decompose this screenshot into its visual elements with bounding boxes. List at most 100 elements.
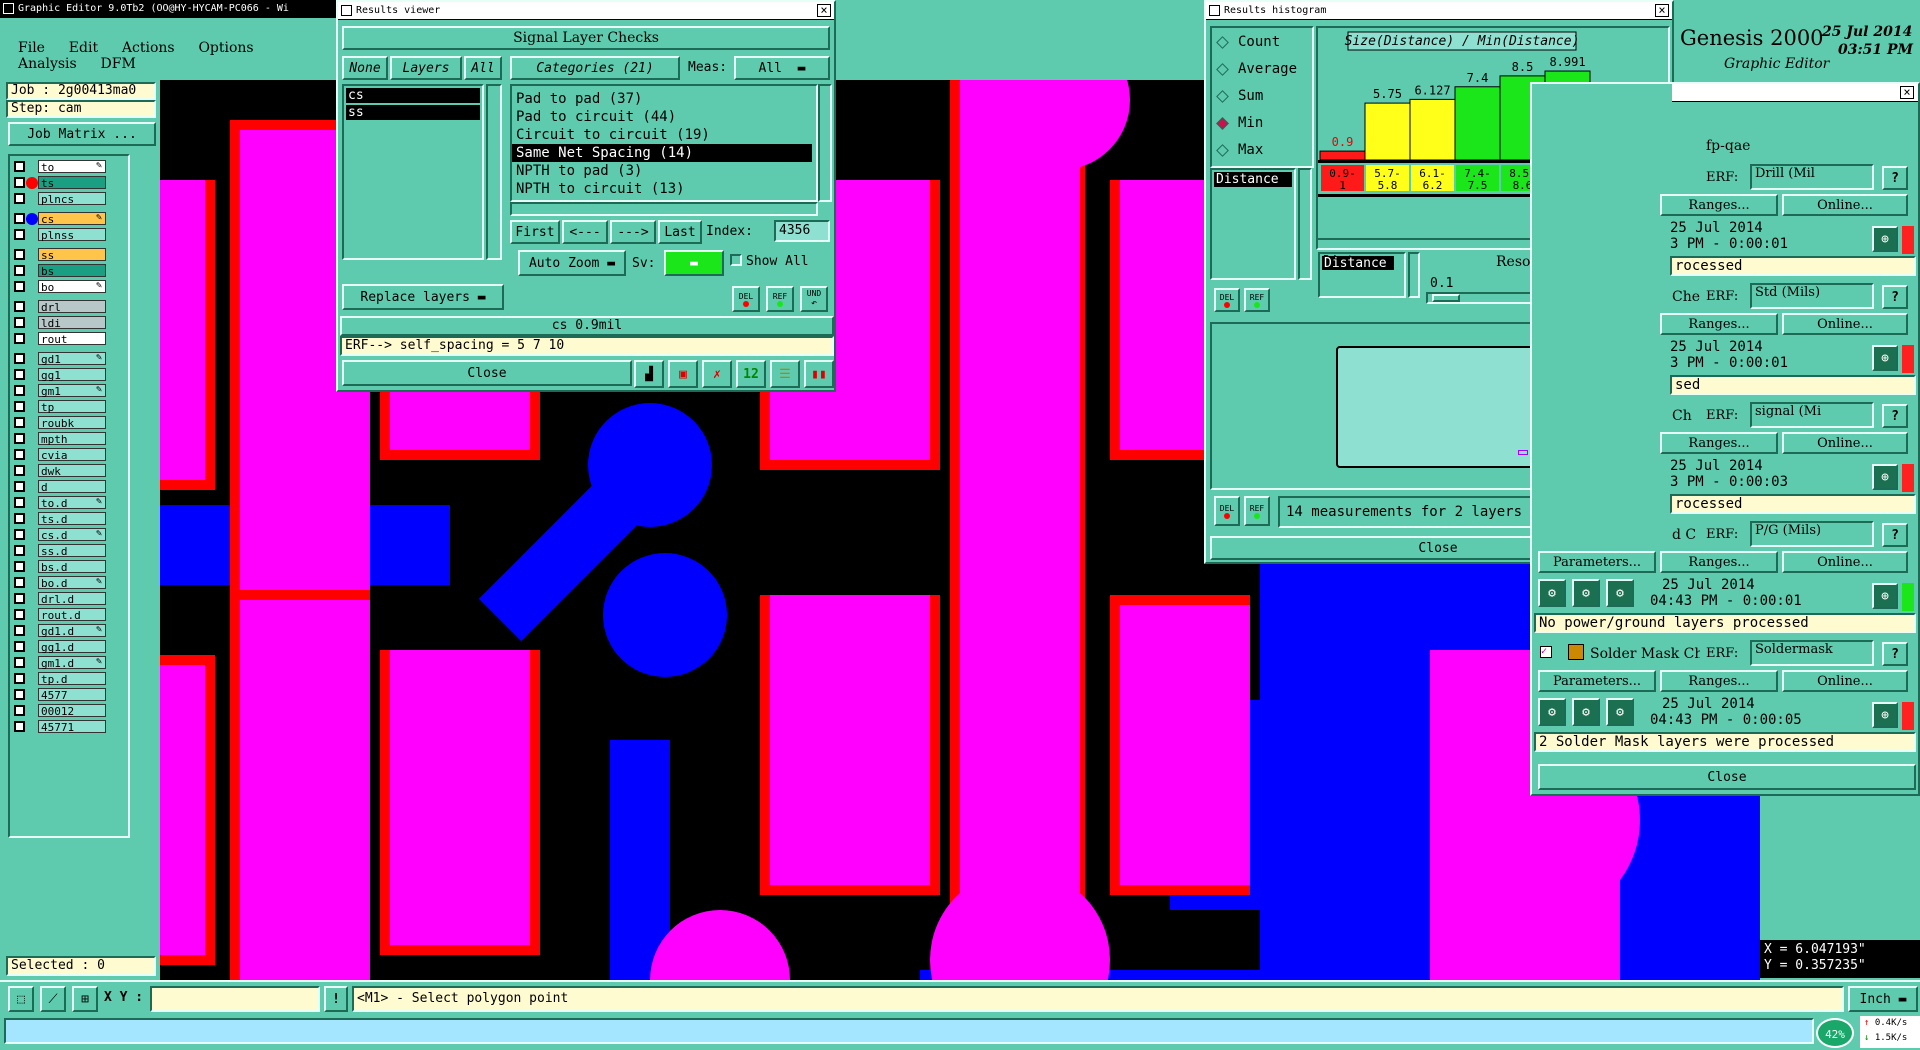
notes-icon[interactable]: ☰	[770, 360, 800, 388]
layer-checkbox[interactable]	[14, 577, 25, 588]
layer-checkbox[interactable]	[14, 641, 25, 652]
layer-row[interactable]: to.d ✎	[10, 496, 128, 510]
qae-close-button[interactable]: Close	[1538, 764, 1916, 790]
first-button[interactable]: First	[510, 220, 560, 244]
layer-checkbox[interactable]	[14, 177, 25, 188]
layer-row[interactable]: plncs	[10, 192, 128, 206]
radio-diamond-icon[interactable]	[1216, 63, 1229, 76]
layer-checkbox[interactable]	[14, 529, 25, 540]
job-matrix-button[interactable]: Job Matrix ...	[8, 122, 156, 146]
layer-row[interactable]: gd1.d ✎	[10, 624, 128, 638]
run-icon[interactable]: ⚙	[1606, 579, 1634, 607]
radio-diamond-icon[interactable]	[1216, 36, 1229, 49]
layer-row[interactable]: 4577	[10, 688, 128, 702]
layer-row[interactable]: ts	[10, 176, 128, 190]
erf-field[interactable]: Std (Mils)	[1750, 283, 1874, 309]
layer-row[interactable]: gm1.d ✎	[10, 656, 128, 670]
layer-checkbox[interactable]	[14, 301, 25, 312]
layer-name[interactable]: drl	[38, 300, 106, 314]
ranges-button[interactable]: Ranges...	[1660, 194, 1778, 216]
layer-name[interactable]: tp.d	[38, 672, 106, 686]
layer-row[interactable]: bs	[10, 264, 128, 278]
layer-checkbox[interactable]	[14, 625, 25, 636]
categories-listbox[interactable]: Pad to pad (37) Pad to circuit (44) Circui…	[510, 84, 818, 202]
sequence-icon[interactable]: 12	[736, 360, 766, 388]
prev-button[interactable]: <---	[562, 220, 608, 244]
layer-name[interactable]: ss	[38, 248, 106, 262]
histogram-del-button[interactable]: DEL	[1214, 288, 1240, 312]
layer-row[interactable]: bo.d ✎	[10, 576, 128, 590]
zoom-icon[interactable]: ⊕	[1872, 583, 1898, 609]
layer-checkbox[interactable]	[14, 673, 25, 684]
window-menu-icon[interactable]	[1209, 5, 1220, 16]
menu-actions[interactable]: Actions	[122, 40, 175, 56]
radio-diamond-icon[interactable]	[1216, 117, 1229, 130]
layer-name[interactable]: 00012	[38, 704, 106, 718]
layer-checkbox[interactable]	[14, 317, 25, 328]
category-item[interactable]: Pad to pad (37)	[512, 90, 812, 108]
category-item[interactable]: Pad to circuit (44)	[512, 108, 812, 126]
close-icon[interactable]: ×	[1900, 86, 1914, 99]
aggregate-option[interactable]: Count	[1216, 34, 1312, 52]
slider-thumb[interactable]	[1432, 294, 1460, 302]
layer-name[interactable]: ss.d	[38, 544, 106, 558]
layer-name[interactable]: d	[38, 480, 106, 494]
zoom-icon[interactable]: ⊕	[1872, 702, 1898, 728]
layer-row[interactable]: mpth	[10, 432, 128, 446]
replace-layers-dropdown[interactable]: Replace layers ▬	[342, 284, 504, 310]
layer-checkbox[interactable]	[14, 249, 25, 260]
menu-file[interactable]: File	[18, 40, 45, 56]
layer-name[interactable]: bs.d	[38, 560, 106, 574]
all-button[interactable]: All	[464, 56, 502, 80]
layer-row[interactable]: ts.d	[10, 512, 128, 526]
layer-name[interactable]: ts.d	[38, 512, 106, 526]
ranges-button[interactable]: Ranges...	[1660, 551, 1778, 573]
zoom-icon[interactable]: ⊕	[1872, 464, 1898, 490]
aggregate-option[interactable]: Min	[1216, 115, 1312, 133]
layer-row[interactable]: ss.d	[10, 544, 128, 558]
layer-checkbox[interactable]	[14, 401, 25, 412]
show-all-checkbox[interactable]	[730, 254, 742, 266]
layer-checkbox[interactable]	[14, 213, 25, 224]
distance-scrollbar[interactable]	[1408, 252, 1420, 298]
layer-name[interactable]: gg1	[38, 368, 106, 382]
layer-checkbox[interactable]	[14, 465, 25, 476]
radio-diamond-icon[interactable]	[1216, 90, 1229, 103]
histogram-icon[interactable]: ▮▮	[804, 360, 834, 388]
erf-field[interactable]: signal (Mi	[1750, 402, 1874, 428]
layer-name[interactable]: 4577	[38, 688, 106, 702]
und-button[interactable]: UND ↶	[800, 286, 828, 312]
categories-tab[interactable]: Categories (21)	[510, 56, 680, 80]
histogram-list-scrollbar[interactable]	[1298, 168, 1312, 280]
ranges-button[interactable]: Ranges...	[1660, 432, 1778, 454]
menu-edit[interactable]: Edit	[69, 40, 98, 56]
ref-button[interactable]: REF	[766, 286, 794, 312]
layer-row[interactable]: tp	[10, 400, 128, 414]
preview-ref-button[interactable]: REF	[1244, 496, 1270, 526]
layer-name[interactable]: ldi	[38, 316, 106, 330]
close-icon[interactable]: ×	[817, 4, 831, 17]
layer-checkbox[interactable]	[14, 385, 25, 396]
online-button[interactable]: Online...	[1782, 670, 1908, 692]
layer-checkbox[interactable]	[14, 657, 25, 668]
auto-zoom-dropdown[interactable]: Auto Zoom ▬	[518, 250, 626, 276]
layer-row[interactable]: rout.d	[10, 608, 128, 622]
layer-row[interactable]: cs.d ✎	[10, 528, 128, 542]
next-button[interactable]: --->	[610, 220, 656, 244]
layer-name[interactable]: roubk	[38, 416, 106, 430]
layer-name[interactable]: mpth	[38, 432, 106, 446]
menu-dfm[interactable]: DFM	[101, 56, 136, 72]
layer-checkbox[interactable]	[14, 481, 25, 492]
layer-checkbox[interactable]	[14, 513, 25, 524]
category-item[interactable]: NPTH to pad (3)	[512, 162, 812, 180]
layer-row[interactable]: drl.d	[10, 592, 128, 606]
close-icon[interactable]: ×	[1655, 4, 1669, 17]
layer-checkbox[interactable]	[14, 561, 25, 572]
layer-checkbox[interactable]	[14, 193, 25, 204]
layer-name[interactable]: cvia	[38, 448, 106, 462]
layer-row[interactable]: gg1	[10, 368, 128, 382]
meas-dropdown[interactable]: All ▬	[734, 56, 830, 80]
categories-scrollbar[interactable]	[818, 84, 832, 202]
results-viewer-close-button[interactable]: Close	[342, 360, 632, 386]
layer-name[interactable]: bs	[38, 264, 106, 278]
